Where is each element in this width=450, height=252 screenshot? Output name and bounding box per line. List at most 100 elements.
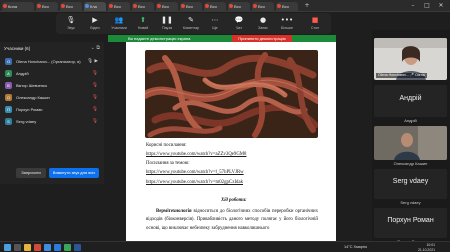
browser-tab-strip: Кила Вхо Вхо Кла Вхо Вхо Вхо Вхо Вхо Вхо… bbox=[0, 0, 450, 12]
participant-row[interactable]: О Олександр Кашин 🎙 bbox=[3, 92, 101, 103]
browser-tab[interactable]: Кила bbox=[2, 2, 34, 11]
participant-name: Андрій bbox=[16, 71, 29, 76]
youtube-link[interactable]: https://www.youtube.com/watch?v=aZZv3Qe9… bbox=[146, 152, 246, 157]
maximize-icon[interactable]: □ bbox=[422, 2, 432, 10]
tile-caption: Serg vdaey bbox=[400, 200, 421, 205]
video-icon: ▶ bbox=[92, 16, 98, 24]
tab-favicon-icon bbox=[109, 4, 113, 8]
mic-muted-icon: 🎙 bbox=[92, 95, 98, 100]
browser-tab[interactable]: Вхо bbox=[180, 2, 202, 11]
tab-favicon-icon bbox=[181, 4, 185, 8]
mic-muted-icon: 🎙 bbox=[92, 83, 98, 88]
toolbar-pause-button[interactable]: ❚❚ Пауза bbox=[156, 15, 178, 33]
new-tab-icon[interactable]: + bbox=[302, 2, 312, 10]
participant-name: Olena Honcharov... (Організатор, я) bbox=[16, 59, 81, 64]
share-banner-text: Ви надаєте демонстрацію екрана bbox=[128, 36, 191, 41]
app-icon[interactable] bbox=[64, 244, 71, 251]
word-icon[interactable] bbox=[74, 244, 81, 251]
youtube-link[interactable]: https://www.youtube.com/watch?v=m02gpCxI… bbox=[146, 180, 243, 185]
avatar: В bbox=[5, 82, 12, 89]
participant-row[interactable]: А Андрій 🎙 bbox=[3, 68, 101, 79]
mic-muted-icon: 🎙 bbox=[92, 119, 98, 124]
participant-video bbox=[374, 126, 447, 160]
app-icon[interactable] bbox=[34, 244, 41, 251]
participant-row[interactable]: П Порхун Роман 🎙 bbox=[3, 104, 101, 115]
browser-tab[interactable]: Вхо bbox=[156, 2, 178, 11]
earthworms-photo bbox=[145, 50, 318, 138]
record-icon: ● bbox=[259, 16, 267, 24]
participant-name-label: Порхун Роман bbox=[387, 217, 434, 224]
video-tile[interactable]: Порхун Роман bbox=[374, 208, 447, 238]
browser-tab[interactable]: Вхо bbox=[36, 2, 58, 11]
browser-tab[interactable]: Кла bbox=[84, 2, 106, 11]
minimize-icon[interactable]: – bbox=[408, 2, 418, 10]
toolbar-participants-button[interactable]: 👥 Учасники bbox=[108, 15, 130, 33]
toolbar-more-dots-button[interactable]: ••• Більше bbox=[276, 15, 298, 33]
video-tile[interactable]: Olena Honcharov... 🎤 Olena bbox=[374, 38, 447, 80]
search-icon[interactable] bbox=[14, 244, 21, 251]
participant-row[interactable]: S Serg vdaey 🎙 bbox=[3, 116, 101, 127]
tile-caption: Олександр Кашин bbox=[393, 161, 428, 166]
panel-popout-icon[interactable]: ⌄ ⧉ bbox=[91, 45, 100, 51]
toolbar-annotate-button[interactable]: ✎ Коментар bbox=[180, 15, 202, 33]
browser-tab[interactable]: Вхо bbox=[276, 2, 298, 11]
start-icon[interactable] bbox=[4, 244, 11, 251]
tab-favicon-icon bbox=[157, 4, 161, 8]
share-banner: Ви надаєте демонстрацію екрана Припинити… bbox=[108, 35, 336, 42]
app-icon[interactable] bbox=[44, 244, 51, 251]
participant-name: Serg vdaey bbox=[16, 119, 37, 124]
toolbar-record-button[interactable]: ● Запис bbox=[252, 15, 274, 33]
avatar: А bbox=[5, 70, 12, 77]
toolbar-chat-button[interactable]: 💬 Чат bbox=[228, 15, 250, 33]
toolbar-stop-share-button[interactable]: ■ Стоп bbox=[304, 15, 326, 33]
participant-row[interactable]: O Olena Honcharov... (Організатор, я) 🎙 … bbox=[3, 56, 101, 67]
tab-favicon-icon bbox=[85, 4, 89, 8]
invite-button[interactable]: Запросити bbox=[16, 168, 46, 178]
participants-panel: Учасники (6) ⌄ ⧉ O Olena Honcharov... (О… bbox=[0, 42, 104, 184]
tab-favicon-icon bbox=[253, 4, 257, 8]
toolbar-audio-button[interactable]: 🎙 Звук bbox=[60, 15, 82, 33]
browser-tab[interactable]: Вхо bbox=[108, 2, 130, 11]
chat-icon: 💬 bbox=[234, 16, 244, 24]
participant-row[interactable]: В Віктор Шевченко 🎙 bbox=[3, 80, 101, 91]
participant-name-label: Serg vdaey bbox=[392, 178, 429, 185]
browser-tab[interactable]: Вхо bbox=[204, 2, 226, 11]
tab-favicon-icon bbox=[205, 4, 209, 8]
video-tile[interactable] bbox=[374, 126, 447, 160]
links-heading: Корисні посилання: bbox=[146, 143, 187, 148]
tab-favicon-icon bbox=[61, 4, 65, 8]
participant-name-label: Андрій bbox=[399, 95, 422, 102]
mute-all-button[interactable]: Вимкнути звук для всіх bbox=[49, 168, 99, 178]
zoom-icon[interactable] bbox=[54, 244, 61, 251]
pause-icon: ❚❚ bbox=[161, 16, 173, 24]
mic-muted-icon: 🎙 bbox=[92, 107, 98, 112]
tab-favicon-icon bbox=[37, 4, 41, 8]
video-tile[interactable]: Андрій bbox=[374, 85, 447, 117]
stop-share-button[interactable]: Припинити демонстрацію bbox=[232, 35, 292, 42]
share-icon: ⬆ bbox=[140, 16, 146, 24]
document-paragraph: Вермітехнологія відноситься до біологічн… bbox=[146, 209, 318, 231]
toolbar-more-button[interactable]: ⋯ Ще bbox=[204, 15, 226, 33]
annotate-icon: ✎ bbox=[188, 16, 194, 24]
browser-tab[interactable]: Вхо bbox=[60, 2, 82, 11]
browser-tab[interactable]: Вхо bbox=[228, 2, 250, 11]
toolbar-video-button[interactable]: ▶ Відео bbox=[84, 15, 106, 33]
close-icon[interactable]: ✕ bbox=[436, 2, 446, 10]
tab-favicon-icon bbox=[229, 4, 233, 8]
youtube-link[interactable]: https://www.youtube.com/watch?v=l_57hPLV… bbox=[146, 170, 244, 175]
weather-status[interactable]: 14°C Хмарно bbox=[344, 242, 367, 252]
avatar: O bbox=[5, 58, 12, 65]
tab-favicon-icon bbox=[3, 4, 7, 8]
mic-icon: 🎙 bbox=[66, 16, 76, 24]
browser-tab[interactable]: Вхо bbox=[132, 2, 154, 11]
topic-heading: Посилання за темою: bbox=[146, 161, 190, 166]
browser-tab[interactable]: Вхо bbox=[252, 2, 274, 11]
clock[interactable]: 10:01 21.10.2021 bbox=[418, 243, 435, 252]
video-tile[interactable]: Serg vdaey bbox=[374, 169, 447, 199]
video-gallery: Olena Honcharov... 🎤 Olena Андрій Андрій… bbox=[372, 30, 450, 252]
stop-share-icon: ■ bbox=[311, 16, 319, 24]
tile-name-badge: Olena Honcharov... 🎤 Olena bbox=[376, 73, 427, 78]
tab-favicon-icon bbox=[133, 4, 137, 8]
toolbar-new-share-button[interactable]: ⬆ Новий bbox=[132, 15, 154, 33]
file-explorer-icon[interactable] bbox=[24, 244, 31, 251]
